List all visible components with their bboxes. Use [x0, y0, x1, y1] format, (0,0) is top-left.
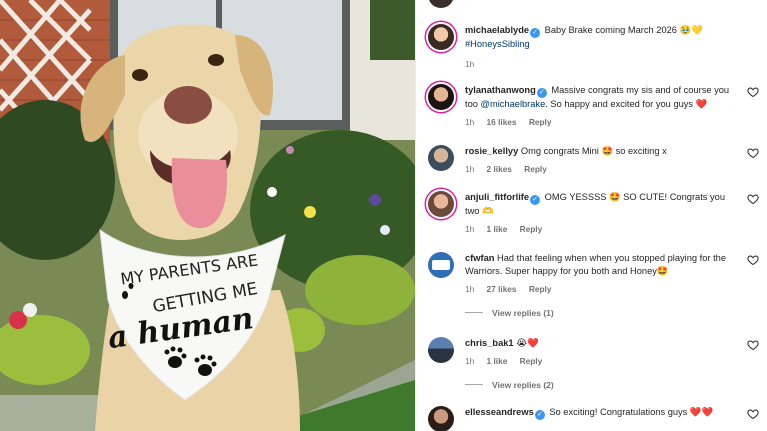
comments-panel[interactable]: michaelablyde ✓ Baby Brake coming March 2…	[415, 0, 767, 431]
comment-username[interactable]: cfwfan	[465, 253, 494, 263]
reply-button[interactable]: Reply	[524, 164, 547, 174]
comment-username[interactable]: tylanathanwong	[465, 85, 536, 95]
divider	[465, 384, 483, 385]
comment-item: chris_bak1 😭❤️ 1h 1 like Reply	[428, 337, 759, 368]
comment-item: tylanathanwong ✓ Massive congrats my sis …	[428, 84, 759, 129]
post-caption: michaelablyde ✓ Baby Brake coming March 2…	[428, 24, 759, 71]
view-replies-label: View replies (1)	[492, 308, 554, 318]
comment-item: cfwfan Had that feeling when when you st…	[428, 252, 759, 296]
comment-item: ellesseandrews ✓ So exciting! Congratulat…	[428, 406, 759, 431]
avatar[interactable]	[428, 252, 454, 278]
reply-button[interactable]: Reply	[529, 117, 552, 127]
avatar[interactable]	[428, 145, 454, 171]
comment-username[interactable]: chris_bak1	[465, 338, 514, 348]
comment-username[interactable]: ellesseandrews	[465, 407, 534, 417]
comment-username[interactable]: rosie_kellyy	[465, 146, 518, 156]
verified-badge-icon: ✓	[530, 28, 541, 38]
avatar[interactable]	[428, 191, 454, 217]
avatar[interactable]	[428, 337, 454, 363]
like-heart-icon[interactable]	[747, 254, 759, 266]
comment-text: 😭❤️	[516, 338, 539, 348]
comment-time: 1h	[465, 224, 475, 234]
caption-text: Baby Brake coming March 2026 🥹💛	[544, 25, 703, 35]
reply-button[interactable]: Reply	[520, 356, 543, 366]
comment-likes[interactable]: 1 like	[487, 224, 508, 234]
comment-mention[interactable]: @michaelbrake	[481, 99, 546, 109]
avatar[interactable]	[428, 406, 454, 431]
comment-item: rosie_kellyy Omg congrats Mini 🤩 so exci…	[428, 145, 759, 176]
like-heart-icon[interactable]	[747, 86, 759, 98]
comment-likes[interactable]: 1 like	[487, 356, 508, 366]
like-heart-icon[interactable]	[747, 193, 759, 205]
reply-button[interactable]: Reply	[529, 284, 552, 294]
view-replies-button[interactable]: View replies (2)	[465, 380, 554, 390]
divider	[465, 312, 483, 313]
comment-time: 1h	[465, 284, 475, 294]
comment-text: Omg congrats Mini 🤩 so exciting x	[520, 146, 667, 156]
caption-time: 1h	[465, 59, 475, 69]
like-heart-icon[interactable]	[747, 339, 759, 351]
reply-button[interactable]: Reply	[520, 224, 543, 234]
comment-likes[interactable]: 2 likes	[487, 164, 512, 174]
like-heart-icon[interactable]	[747, 147, 759, 159]
avatar[interactable]	[428, 84, 454, 110]
comment-likes[interactable]: 16 likes	[487, 117, 517, 127]
dog-photo: MY PARENTS ARE GETTING ME a human	[0, 0, 415, 431]
comment-text: So exciting! Congratulations guys ❤️❤️	[549, 407, 714, 417]
view-replies-label: View replies (2)	[492, 380, 554, 390]
comment-text-after: . So happy and excited for you guys ❤️	[545, 99, 708, 109]
comment-time: 1h	[465, 117, 475, 127]
like-heart-icon[interactable]	[747, 408, 759, 420]
avatar[interactable]	[428, 24, 454, 50]
comment-time: 1h	[465, 356, 475, 366]
avatar[interactable]	[428, 0, 454, 8]
caption-hashtag[interactable]: #HoneysSibling	[465, 39, 530, 49]
caption-username[interactable]: michaelablyde	[465, 25, 529, 35]
verified-badge-icon: ✓	[534, 410, 545, 420]
comment-item: anjuli_fitforlife ✓ OMG YESSSS 🤩 SO CUTE!…	[428, 191, 759, 236]
verified-badge-icon: ✓	[530, 195, 541, 205]
comment-username[interactable]: anjuli_fitforlife	[465, 192, 529, 202]
comment-likes[interactable]: 27 likes	[487, 284, 517, 294]
comment-text: Had that feeling when when you stopped p…	[465, 253, 727, 276]
post-photo[interactable]: MY PARENTS ARE GETTING ME a human	[0, 0, 415, 431]
verified-badge-icon: ✓	[536, 88, 547, 98]
view-replies-button[interactable]: View replies (1)	[465, 308, 554, 318]
comment-time: 1h	[465, 164, 475, 174]
